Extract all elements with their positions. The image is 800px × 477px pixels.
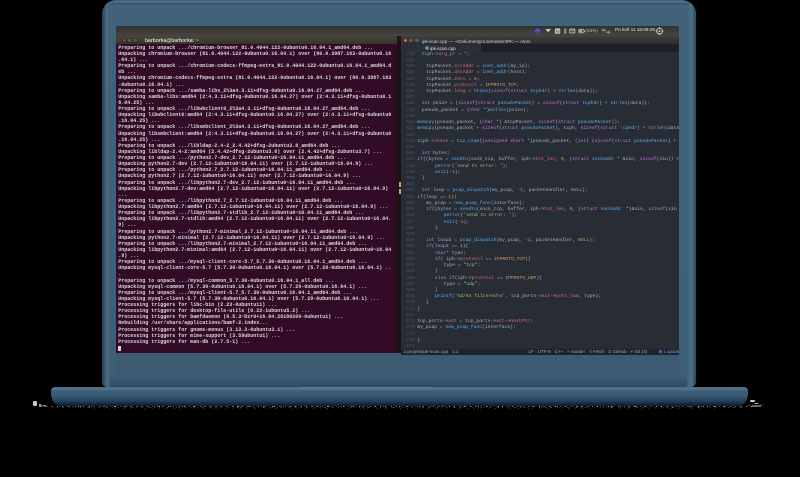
- svg-text:En: En: [556, 28, 561, 33]
